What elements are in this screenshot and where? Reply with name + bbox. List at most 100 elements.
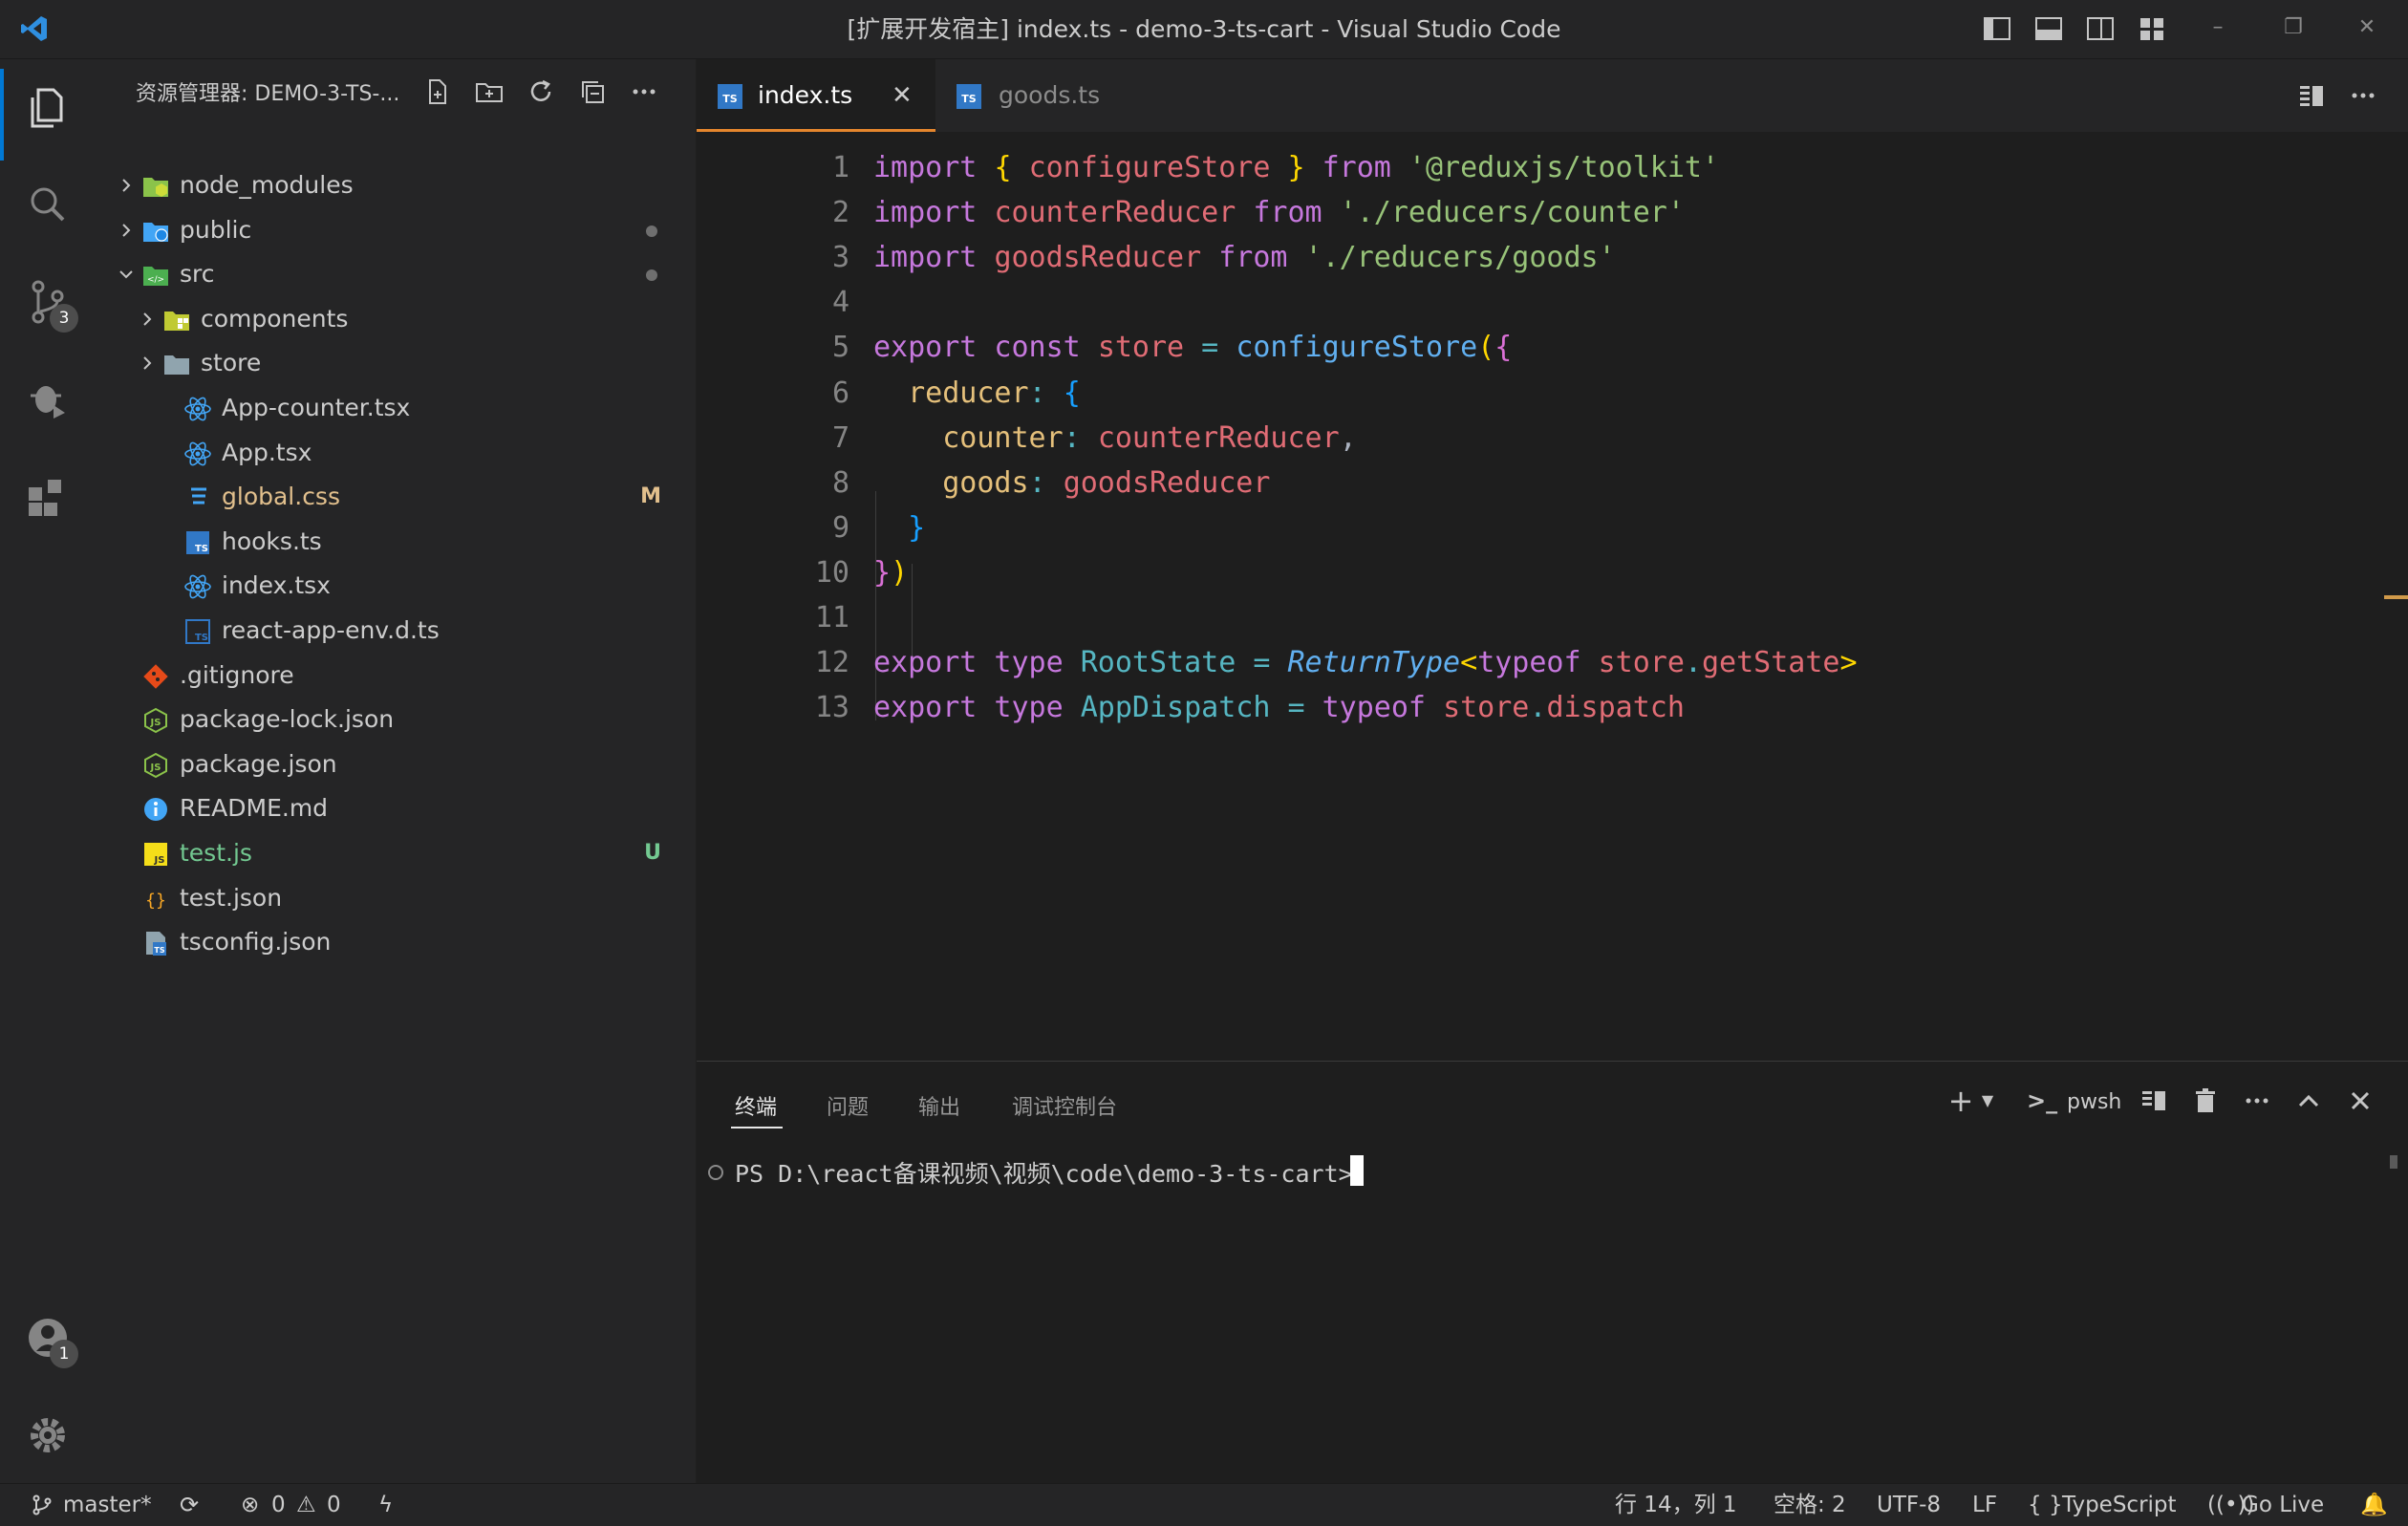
code-line[interactable]: reducer: { [873, 376, 1081, 410]
tree-file-index-tsx[interactable]: index.tsx [94, 564, 696, 608]
new-folder-icon[interactable] [474, 76, 505, 107]
code-line[interactable]: }) [873, 556, 908, 590]
status-bar: master* ⟳ ⊗ 0 ⚠ 0 ϟ 行 14，列 1 空格: 2 UTF-8… [0, 1483, 2408, 1526]
tree-file-package-json[interactable]: JS package.json [94, 742, 696, 786]
code-line[interactable]: export const store = configureStore({ [873, 331, 1512, 364]
code-line[interactable]: export type AppDispatch = typeof store.d… [873, 691, 1685, 724]
panel-more-actions-icon[interactable] [2243, 1086, 2271, 1115]
refresh-icon[interactable] [526, 76, 556, 107]
typescript-icon: TS [957, 84, 981, 109]
minimize-button[interactable]: – [2204, 13, 2232, 42]
tree-item-label: components [201, 304, 349, 333]
terminal-cursor [1350, 1155, 1364, 1186]
chevron-right-icon[interactable] [140, 355, 155, 371]
typescript-icon: TS [718, 84, 742, 109]
error-count[interactable]: 0 [271, 1484, 286, 1526]
close-window-button[interactable]: ✕ [2353, 13, 2381, 42]
indentation[interactable]: 空格: 2 [1774, 1484, 1846, 1526]
tree-item-label: package-lock.json [180, 705, 395, 734]
toggle-panel-icon[interactable] [2033, 13, 2064, 44]
chevron-right-icon[interactable] [118, 223, 134, 238]
terminal-panel: 终端 问题 输出 调试控制台 + ▼ >_ pwsh PS D:\react备课… [697, 1061, 2408, 1484]
close-tab-icon[interactable]: ✕ [892, 59, 913, 132]
lightning-icon[interactable]: ϟ [378, 1484, 393, 1526]
svg-text:TS: TS [154, 946, 164, 955]
tree-folder-components[interactable]: components [94, 297, 696, 341]
chevron-right-icon[interactable] [118, 178, 134, 193]
terminal-name[interactable]: pwsh [2067, 1090, 2121, 1114]
notifications-bell-icon[interactable]: 🔔 [2360, 1484, 2388, 1526]
code-editor[interactable]: 1 import { configureStore } from '@reduxj… [697, 132, 2408, 1061]
toggle-primary-sidebar-icon[interactable] [1982, 13, 2012, 44]
split-editor-icon[interactable] [2296, 80, 2327, 111]
more-actions-icon[interactable] [629, 76, 659, 107]
errors-icon[interactable]: ⊗ [241, 1484, 259, 1526]
code-line[interactable]: export type RootState = ReturnType<typeo… [873, 646, 1858, 679]
tree-file-app-counter-tsx[interactable]: App-counter.tsx [94, 386, 696, 430]
tree-item-label: hooks.ts [222, 527, 322, 555]
code-line[interactable]: import { configureStore } from '@reduxjs… [873, 151, 1719, 184]
extensions-icon[interactable] [21, 468, 75, 522]
chevron-right-icon[interactable] [140, 312, 155, 327]
search-icon[interactable] [21, 178, 75, 231]
terminal-scrollbar[interactable] [2390, 1155, 2397, 1169]
trash-icon[interactable] [2191, 1086, 2220, 1115]
explorer-icon[interactable] [21, 80, 75, 134]
run-debug-icon[interactable] [21, 371, 75, 424]
panel-tab-problems[interactable]: 问题 [827, 1090, 869, 1121]
git-branch[interactable]: master* [63, 1484, 152, 1526]
maximize-button[interactable]: ❐ [2279, 13, 2308, 42]
language-mode[interactable]: TypeScript [2062, 1484, 2177, 1526]
panel-tab-terminal[interactable]: 终端 [735, 1090, 777, 1121]
encoding[interactable]: UTF-8 [1877, 1484, 1941, 1526]
activity-bar: 3 1 [0, 59, 94, 1483]
code-line[interactable]: counter: counterReducer, [873, 421, 1357, 455]
close-panel-icon[interactable] [2346, 1086, 2375, 1115]
tree-file-react-app-env-d-ts[interactable]: TS react-app-env.d.ts [94, 609, 696, 653]
tree-file-test-js[interactable]: JS test.js U [94, 831, 696, 875]
cursor-position[interactable]: 行 14，列 1 [1615, 1484, 1737, 1526]
typescript-def-icon: TS [185, 619, 210, 644]
split-terminal-icon[interactable] [2139, 1086, 2168, 1115]
line-number: 3 [831, 241, 849, 275]
active-indicator [0, 69, 4, 161]
customize-layout-icon[interactable] [2137, 13, 2167, 44]
code-line[interactable]: goods: goodsReducer [873, 466, 1270, 500]
toggle-secondary-sidebar-icon[interactable] [2085, 13, 2116, 44]
tab-goods-ts[interactable]: TS goods.ts [935, 59, 1146, 132]
tree-item-label: .gitignore [180, 660, 294, 689]
chevron-down-icon[interactable]: ▼ [1973, 1086, 2002, 1115]
new-file-icon[interactable] [422, 76, 453, 107]
tree-folder-store[interactable]: store [94, 341, 696, 385]
collapse-all-icon[interactable] [577, 76, 608, 107]
go-live-button[interactable]: Go Live [2242, 1484, 2324, 1526]
tree-folder-public[interactable]: public [94, 208, 696, 252]
panel-tab-debug-console[interactable]: 调试控制台 [1012, 1090, 1117, 1121]
tree-file-global-css[interactable]: global.css M [94, 475, 696, 519]
tree-file-readme-md[interactable]: README.md [94, 786, 696, 830]
editor-more-actions-icon[interactable] [2348, 80, 2378, 111]
code-line[interactable]: } [873, 511, 925, 545]
tree-file-app-tsx[interactable]: App.tsx [94, 431, 696, 475]
tab-index-ts[interactable]: TS index.ts ✕ [697, 59, 935, 132]
settings-gear-icon[interactable] [21, 1408, 75, 1462]
maximize-panel-icon[interactable] [2294, 1086, 2323, 1115]
sync-icon[interactable]: ⟳ [180, 1484, 199, 1526]
code-line[interactable]: import goodsReducer from './reducers/goo… [873, 241, 1616, 274]
chevron-down-icon[interactable] [118, 267, 134, 282]
tree-file-tsconfig-json[interactable]: TS tsconfig.json [94, 920, 696, 964]
tree-file-test-json[interactable]: {} test.json [94, 876, 696, 920]
panel-tab-output[interactable]: 输出 [918, 1090, 960, 1121]
tree-folder-node-modules[interactable]: node_modules [94, 163, 696, 207]
end-of-line[interactable]: LF [1972, 1484, 1997, 1526]
tree-file-hooks-ts[interactable]: TS hooks.ts [94, 520, 696, 564]
tsconfig-icon: TS [146, 932, 166, 956]
warning-count[interactable]: 0 [327, 1484, 341, 1526]
code-line[interactable]: import counterReducer from './reducers/c… [873, 196, 1685, 229]
public-folder-icon [143, 222, 168, 242]
warning-icon[interactable]: ⚠ [296, 1484, 316, 1526]
tree-file-package-lock-json[interactable]: JS package-lock.json [94, 698, 696, 742]
new-terminal-icon[interactable]: + [1946, 1085, 1975, 1116]
tree-file--gitignore[interactable]: .gitignore [94, 654, 696, 698]
tree-folder-src[interactable]: </> src [94, 252, 696, 296]
